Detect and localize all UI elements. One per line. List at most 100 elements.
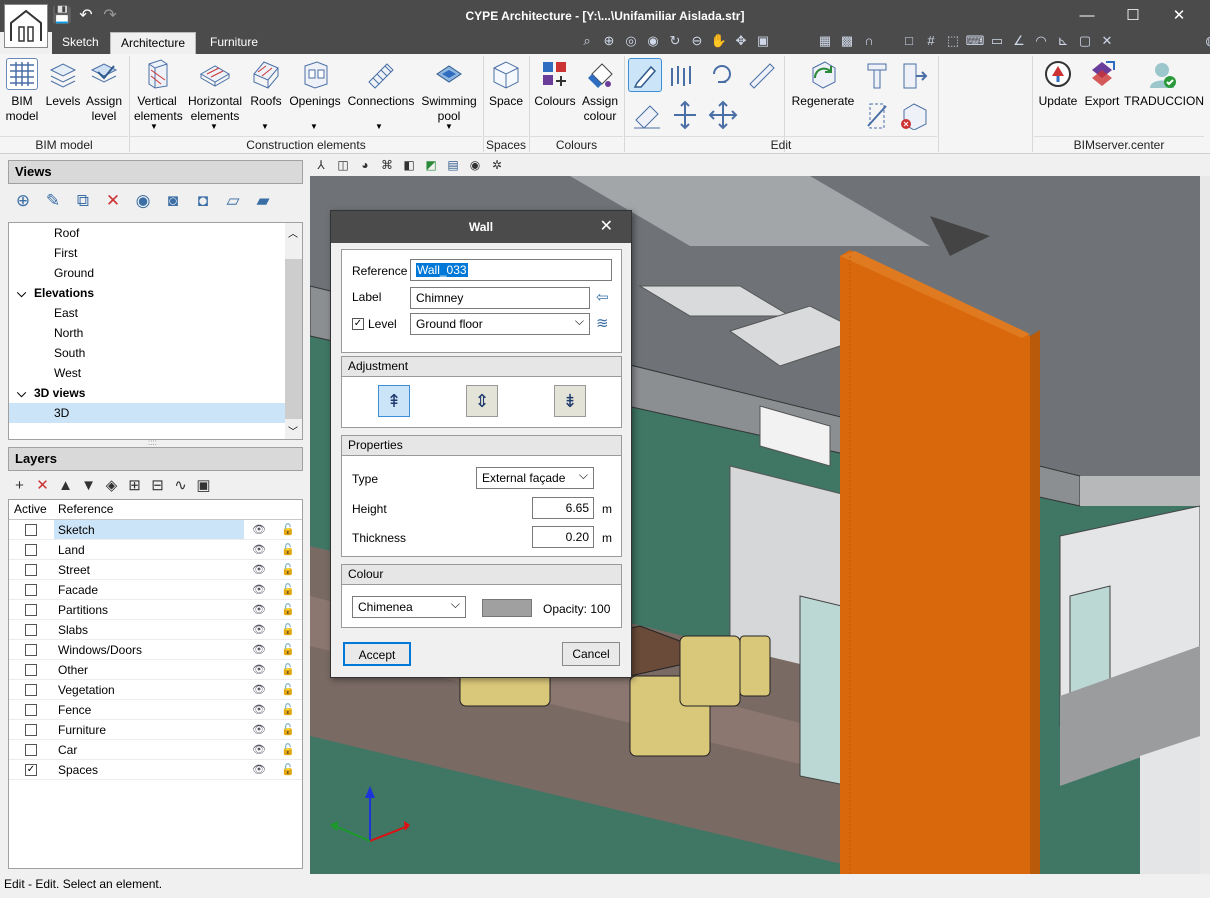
layer-row[interactable]: Partitions 👁 🔓 — [9, 600, 302, 620]
camera-settings-icon[interactable]: ◘ — [188, 186, 218, 216]
wire-icon[interactable]: ⌘ — [376, 154, 398, 176]
eye-icon[interactable]: 👁 — [250, 540, 268, 560]
tree-item[interactable]: North — [9, 323, 302, 343]
visibility-icon[interactable]: ◉ — [464, 154, 486, 176]
adjust-right-icon[interactable]: ⇟ — [554, 385, 586, 417]
layer-active-checkbox[interactable] — [25, 744, 37, 756]
layer-active-checkbox[interactable] — [25, 524, 37, 536]
copy-icon[interactable] — [668, 60, 698, 90]
measure-ruler-icon[interactable] — [746, 60, 776, 90]
scroll-thumb[interactable] — [285, 259, 302, 419]
dialog-close-icon[interactable]: ✕ — [600, 211, 613, 243]
tree-item[interactable]: East — [9, 303, 302, 323]
clip-icon[interactable]: ◧ — [398, 154, 420, 176]
eye-icon[interactable]: 👁 — [250, 700, 268, 720]
dropdown-arrow-icon[interactable]: ▼ — [210, 122, 218, 131]
eye-icon[interactable]: 👁 — [250, 520, 268, 540]
layer-active-checkbox[interactable]: ✓ — [25, 764, 37, 776]
views-scrollbar[interactable]: ︿ ﹀ — [285, 223, 302, 439]
scroll-up-icon[interactable]: ︿ — [288, 225, 298, 240]
regenerate-button[interactable]: Regenerate — [790, 58, 856, 109]
add-layer-icon[interactable]: + — [8, 474, 31, 498]
zoom-window-icon[interactable]: ◎ — [620, 33, 642, 49]
lock-icon[interactable]: 🔓 — [279, 740, 297, 760]
openings-button[interactable]: Openings — [288, 58, 342, 109]
eye-icon[interactable]: 👁 — [250, 620, 268, 640]
tree-group[interactable]: ⌵ Elevations — [9, 283, 302, 303]
close-window-button[interactable]: ✕ — [1156, 0, 1202, 32]
camera-icon[interactable]: ◙ — [158, 186, 188, 216]
lock-icon[interactable]: 🔓 — [279, 720, 297, 740]
delete-layer-icon[interactable]: ✕ — [31, 474, 54, 498]
add-view-icon[interactable]: ⊕ — [8, 186, 38, 216]
tree-item[interactable]: West — [9, 363, 302, 383]
expand-chevron-icon[interactable]: ⌵ — [17, 383, 34, 403]
maximize-button[interactable]: ☐ — [1110, 0, 1156, 32]
comment-icon[interactable]: ▢ — [1074, 33, 1096, 49]
cube-icon[interactable]: ◫ — [332, 154, 354, 176]
thickness-field[interactable]: 0.20 — [532, 526, 594, 548]
view-visibility-icon[interactable]: ◉ — [128, 186, 158, 216]
layer-row[interactable]: Windows/Doors 👁 🔓 — [9, 640, 302, 660]
axes-icon[interactable]: ⅄ — [310, 154, 332, 176]
layer-split-icon[interactable]: ⊟ — [146, 474, 169, 498]
lock-icon[interactable]: 🔓 — [279, 640, 297, 660]
bim-model-button[interactable]: BIM model — [4, 58, 40, 124]
split-icon[interactable] — [862, 100, 892, 130]
tools-icon[interactable]: ✕ — [1096, 33, 1118, 49]
layer-row[interactable]: Furniture 👁 🔓 — [9, 720, 302, 740]
layer-row[interactable]: ✓ Spaces 👁 🔓 — [9, 760, 302, 780]
level-select[interactable]: Ground floor — [410, 311, 590, 335]
layer-row[interactable]: Car 👁 🔓 — [9, 740, 302, 760]
tree-item[interactable]: Roof — [9, 223, 302, 243]
tab-architecture[interactable]: Architecture — [110, 32, 197, 54]
rotate-icon[interactable] — [706, 60, 736, 90]
globe-icon[interactable]: ◍ — [1200, 33, 1210, 49]
col-active[interactable]: Active — [14, 500, 47, 519]
layer-active-checkbox[interactable] — [25, 704, 37, 716]
lock-icon[interactable]: 🔓 — [279, 700, 297, 720]
pick-arrow-icon[interactable]: ⇦ — [596, 288, 609, 306]
layer-curve-icon[interactable]: ∿ — [169, 474, 192, 498]
tree-item[interactable]: South — [9, 343, 302, 363]
eye-icon[interactable]: 👁 — [250, 680, 268, 700]
splitter-handle[interactable]: :::: — [148, 439, 162, 447]
type-select[interactable]: External façade — [476, 465, 594, 489]
grid-icon[interactable]: # — [920, 33, 942, 48]
angle-icon[interactable]: ∠ — [1008, 33, 1030, 49]
lock-icon[interactable]: 🔓 — [279, 680, 297, 700]
traduccion-button[interactable]: TRADUCCION — [1124, 58, 1204, 109]
layer-row[interactable]: Street 👁 🔓 — [9, 560, 302, 580]
view-section-icon[interactable]: ▰ — [248, 186, 278, 216]
app-logo-icon[interactable] — [4, 4, 48, 48]
lock-icon[interactable]: 🔓 — [279, 760, 297, 780]
lock-icon[interactable]: 🔓 — [279, 660, 297, 680]
layer-row[interactable]: Facade 👁 🔓 — [9, 580, 302, 600]
assign-level-button[interactable]: Assign level — [84, 58, 124, 124]
measure-icon[interactable]: ⊾ — [1052, 33, 1074, 49]
eye-icon[interactable]: 👁 — [250, 660, 268, 680]
export-button[interactable]: Export — [1082, 58, 1122, 109]
eye-icon[interactable]: 👁 — [250, 720, 268, 740]
binoculars-icon[interactable]: ⌕ — [576, 33, 598, 49]
space-button[interactable]: Space — [486, 58, 526, 109]
adjust-center-icon[interactable]: ⇕ — [466, 385, 498, 417]
dropdown-arrow-icon[interactable]: ▼ — [150, 122, 158, 131]
blue-plane-icon[interactable]: ▤ — [442, 154, 464, 176]
tab-sketch[interactable]: Sketch — [52, 32, 109, 54]
vertical-elements-button[interactable]: Vertical elements — [134, 58, 183, 124]
adjust-left-icon[interactable]: ⇞ — [378, 385, 410, 417]
reference-field[interactable]: Wall_033 — [410, 259, 612, 281]
assign-colour-button[interactable]: Assign colour — [580, 58, 620, 124]
cancel-button[interactable]: Cancel — [562, 642, 620, 666]
minimize-button[interactable]: — — [1064, 0, 1110, 32]
snap-1-icon[interactable]: ▦ — [814, 33, 836, 49]
layer-row[interactable]: Slabs 👁 🔓 — [9, 620, 302, 640]
expand-chevron-icon[interactable]: ⌵ — [17, 283, 34, 303]
height-field[interactable]: 6.65 — [532, 497, 594, 519]
layer-active-checkbox[interactable] — [25, 684, 37, 696]
layer-active-checkbox[interactable] — [25, 724, 37, 736]
snap-2-icon[interactable]: ▩ — [836, 33, 858, 49]
green-plane-icon[interactable]: ◩ — [420, 154, 442, 176]
lock-icon[interactable]: 🔓 — [279, 580, 297, 600]
